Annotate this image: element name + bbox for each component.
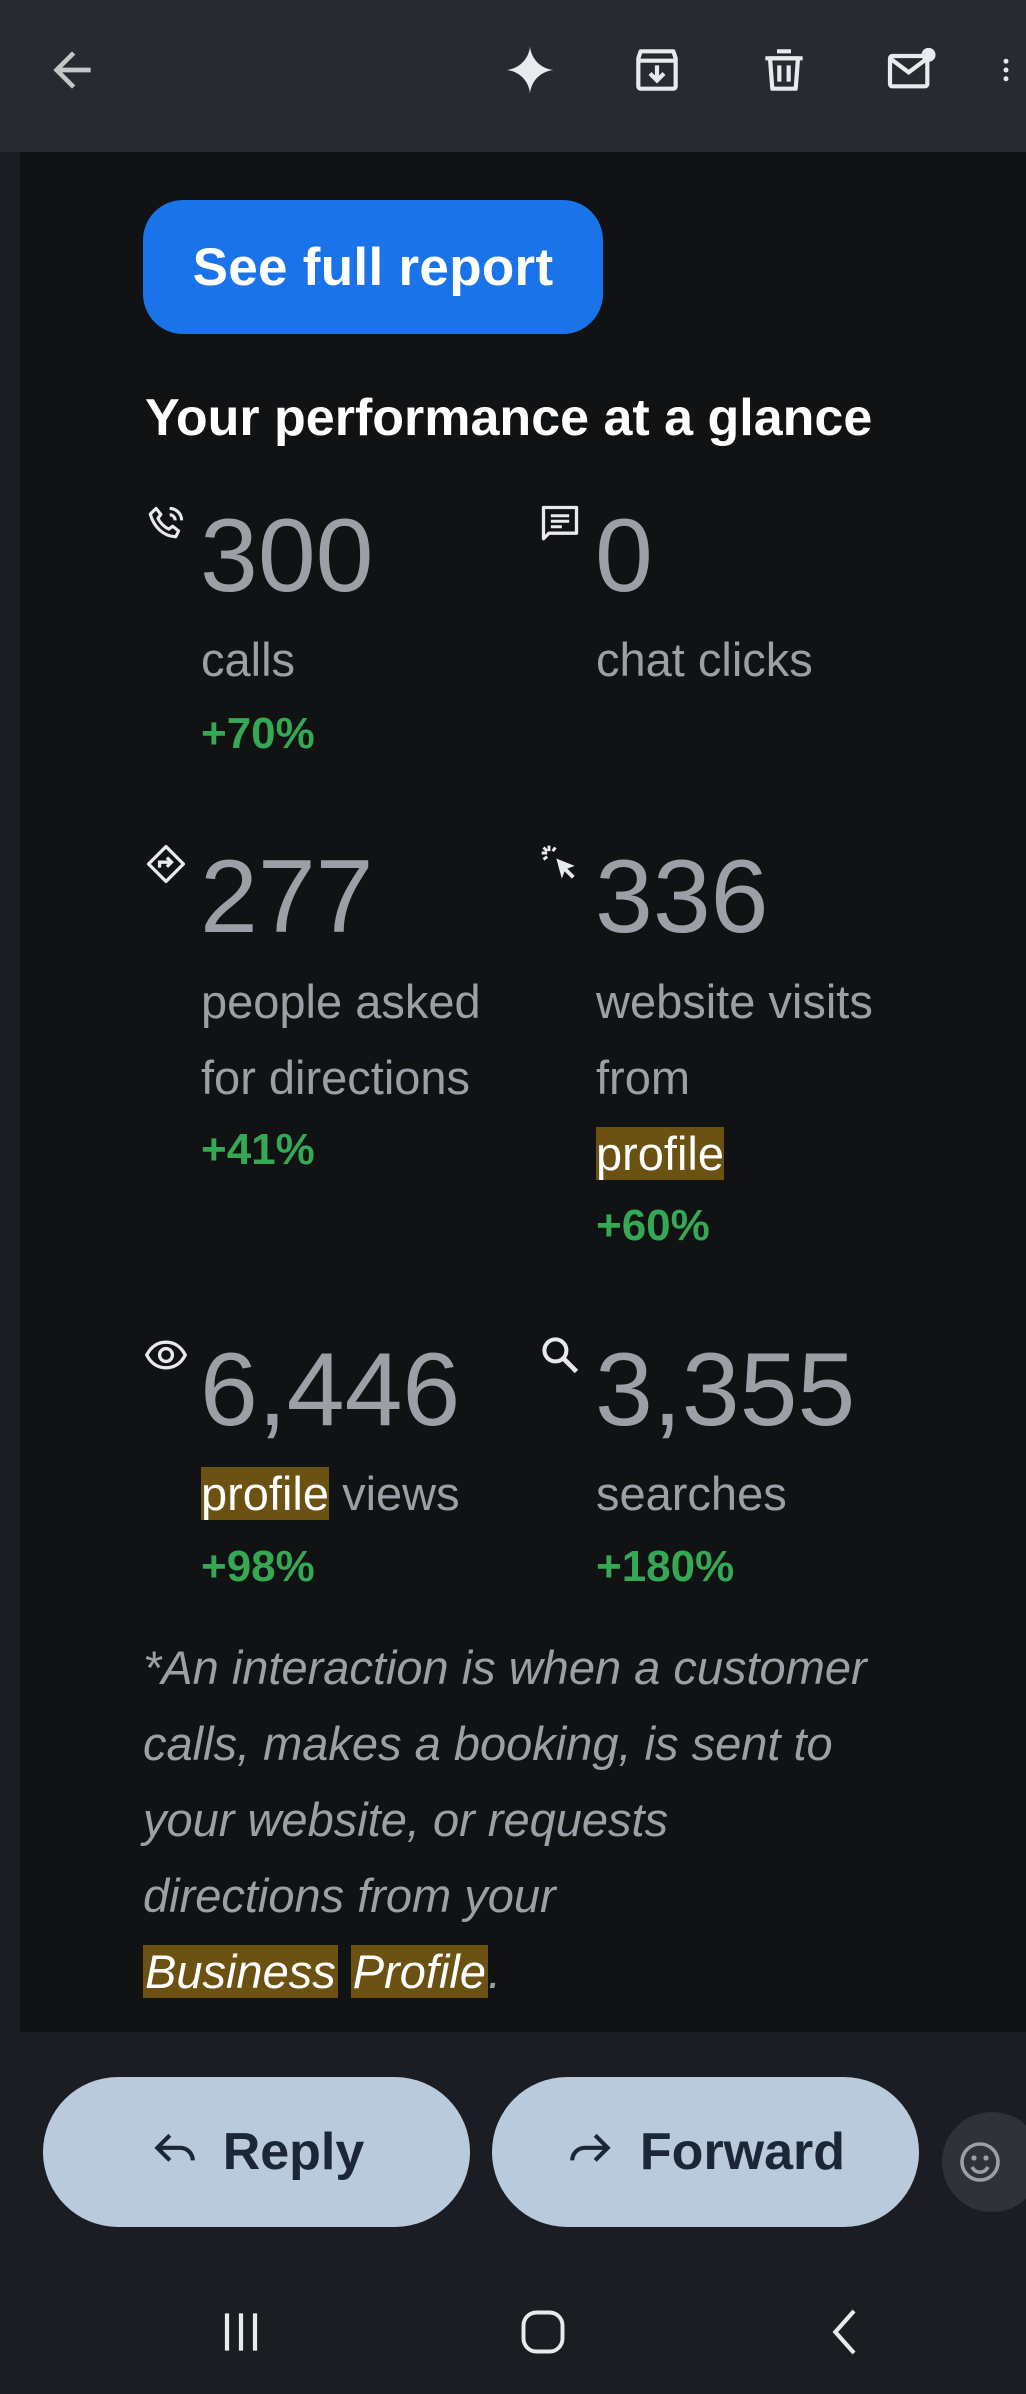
gemini-sparkle-icon[interactable] bbox=[500, 40, 560, 100]
reply-button[interactable]: Reply bbox=[43, 2077, 470, 2227]
profile-highlight: profile bbox=[201, 1467, 330, 1520]
website-visits-change: +60% bbox=[596, 1201, 710, 1250]
directions-label-line2: for directions bbox=[201, 1051, 471, 1104]
smiley-icon bbox=[960, 2142, 1000, 2182]
profile-views-change: +98% bbox=[201, 1542, 315, 1591]
footnote: *An interaction is when a customer calls… bbox=[143, 1630, 983, 2010]
directions-value: 277 bbox=[200, 839, 374, 955]
profile-views-label-rest: views bbox=[329, 1467, 460, 1520]
system-back-icon[interactable] bbox=[812, 2302, 882, 2362]
footnote-line: *An interaction is when a customer bbox=[143, 1641, 867, 1694]
section-heading: Your performance at a glance bbox=[145, 389, 873, 447]
more-vert-icon[interactable] bbox=[996, 40, 1026, 100]
click-cursor-icon bbox=[538, 842, 582, 886]
left-margin bbox=[0, 152, 20, 2032]
mark-unread-icon[interactable] bbox=[881, 40, 941, 100]
eye-icon bbox=[144, 1333, 188, 1377]
reply-icon bbox=[154, 2133, 195, 2162]
website-visits-label-line3: profile bbox=[596, 1116, 725, 1192]
footnote-period: . bbox=[488, 1945, 502, 1998]
arrow-back-icon[interactable] bbox=[42, 40, 102, 100]
website-visits-label-line1: website visits bbox=[596, 975, 873, 1028]
recent-apps-icon[interactable] bbox=[206, 2302, 276, 2362]
forward-button[interactable]: Forward bbox=[492, 2077, 919, 2227]
calls-value: 300 bbox=[200, 498, 374, 614]
directions-label-line1: people asked bbox=[201, 975, 481, 1028]
profile-views-label: profile views bbox=[201, 1456, 460, 1532]
searches-value: 3,355 bbox=[595, 1332, 856, 1448]
top-app-bar bbox=[0, 0, 1026, 152]
profile-highlight: profile bbox=[596, 1127, 725, 1180]
email-body: See full report Your performance at a gl… bbox=[20, 152, 1026, 2032]
profile-highlight: Profile bbox=[350, 1945, 489, 1998]
directions-icon bbox=[144, 842, 188, 886]
chat-clicks-value: 0 bbox=[595, 498, 653, 614]
footnote-line: Business Profile. bbox=[143, 1934, 983, 2010]
website-visits-value: 336 bbox=[595, 839, 769, 955]
calls-label: calls bbox=[201, 633, 296, 686]
footnote-line: your website, or requests bbox=[143, 1793, 669, 1846]
trash-icon[interactable] bbox=[754, 40, 814, 100]
phone-call-icon bbox=[144, 502, 188, 546]
calls-change: +70% bbox=[201, 709, 315, 758]
searches-label: searches bbox=[596, 1467, 787, 1520]
bottom-action-bar: Reply Forward bbox=[0, 2032, 1026, 2394]
footnote-line: directions from your bbox=[143, 1869, 556, 1922]
archive-icon[interactable] bbox=[627, 40, 687, 100]
website-visits-label-line2: from bbox=[596, 1051, 690, 1104]
see-full-report-button[interactable]: See full report bbox=[143, 200, 603, 334]
home-icon[interactable] bbox=[508, 2302, 578, 2362]
chat-icon bbox=[538, 502, 582, 546]
footnote-line: calls, makes a booking, is sent to bbox=[143, 1717, 833, 1770]
chat-clicks-label: chat clicks bbox=[596, 633, 813, 686]
directions-change: +41% bbox=[201, 1125, 315, 1174]
search-icon bbox=[538, 1333, 582, 1377]
reply-label: Reply bbox=[222, 2123, 365, 2181]
forward-label: Forward bbox=[639, 2123, 846, 2181]
searches-change: +180% bbox=[596, 1542, 735, 1591]
business-highlight: Business bbox=[143, 1945, 338, 1998]
profile-views-value: 6,446 bbox=[200, 1332, 461, 1448]
emoji-reaction-button[interactable] bbox=[942, 2112, 1026, 2212]
forward-icon bbox=[570, 2133, 611, 2162]
